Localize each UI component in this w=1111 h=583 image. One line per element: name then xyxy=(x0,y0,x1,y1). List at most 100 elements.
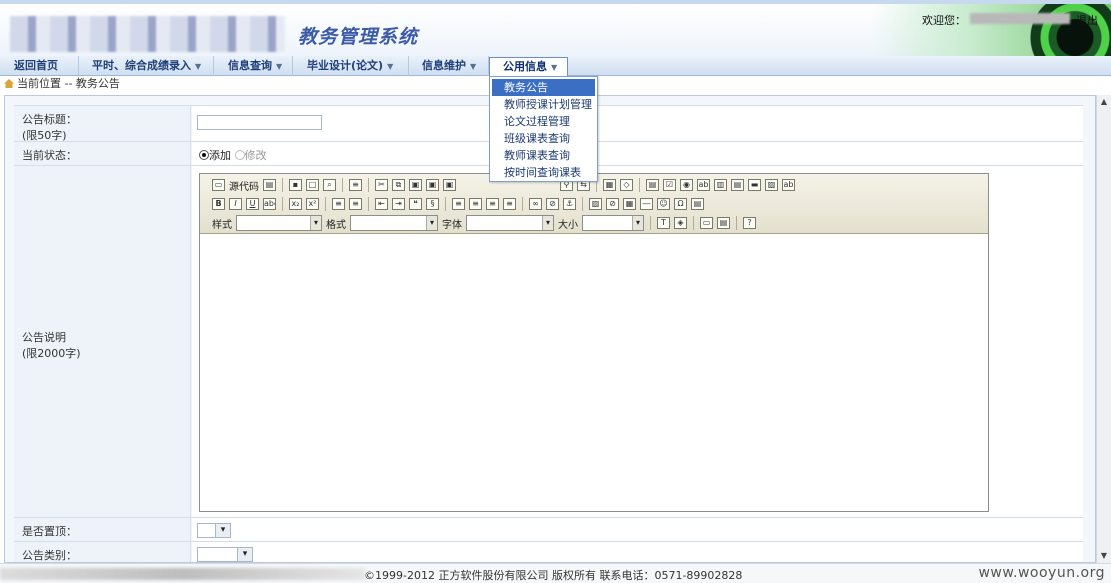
watermark: www.wooyun.org xyxy=(978,565,1105,581)
nav-home[interactable]: 返回首页 xyxy=(0,56,79,76)
nav-info-maintenance[interactable]: 信息维护 ▼ xyxy=(409,56,489,76)
subscript-icon[interactable]: x₂ xyxy=(289,198,302,210)
size-select[interactable] xyxy=(582,215,644,231)
outdent-icon[interactable]: ⇤ xyxy=(375,198,388,210)
nav-label: 平时、综合成绩录入 xyxy=(92,59,191,72)
align-center-icon[interactable]: ≡ xyxy=(469,198,482,210)
radio-icon[interactable]: ◉ xyxy=(680,179,693,191)
hidden-field-icon[interactable]: ab xyxy=(782,179,795,191)
bg-color-icon[interactable]: ◈ xyxy=(674,217,687,229)
nav-label: 返回首页 xyxy=(14,59,58,72)
copy-icon[interactable]: ⧉ xyxy=(392,179,405,191)
superscript-icon[interactable]: x² xyxy=(306,198,319,210)
show-blocks-icon[interactable]: ▤ xyxy=(717,217,730,229)
unlink-icon[interactable]: ⊘ xyxy=(546,198,559,210)
desc-label: 公告说明 (限2000字) xyxy=(14,166,191,517)
italic-icon[interactable]: I xyxy=(229,198,242,210)
chevron-down-icon: ▼ xyxy=(276,62,283,71)
title-label-text: 公告标题： xyxy=(22,113,77,126)
menu-item-thesis-process[interactable]: 论文过程管理 xyxy=(490,113,597,130)
indent-icon[interactable]: ⇥ xyxy=(392,198,405,210)
editor-body[interactable] xyxy=(200,235,988,511)
textfield-icon[interactable]: ab xyxy=(697,179,710,191)
menu-item-teacher-schedule[interactable]: 教师课表查询 xyxy=(490,147,597,164)
justify-icon[interactable]: ≡ xyxy=(503,198,516,210)
nav-info-query[interactable]: 信息查询 ▼ xyxy=(214,56,293,76)
status-add-radio[interactable] xyxy=(199,150,209,160)
nav-label: 毕业设计(论文) xyxy=(307,59,384,72)
align-right-icon[interactable]: ≡ xyxy=(486,198,499,210)
nav-public-info[interactable]: 公用信息 ▼ xyxy=(489,57,568,76)
select-all-icon[interactable]: ▦ xyxy=(603,179,616,191)
title-input[interactable] xyxy=(197,115,322,130)
flash-icon[interactable]: ⊘ xyxy=(606,198,619,210)
textarea-icon[interactable]: ▥ xyxy=(714,179,727,191)
cut-icon[interactable]: ✂ xyxy=(375,179,388,191)
image-icon[interactable]: ▨ xyxy=(589,198,602,210)
scroll-down-icon[interactable]: ▼ xyxy=(1097,549,1111,563)
div-icon[interactable]: § xyxy=(426,198,439,210)
preview-icon[interactable]: ⌕ xyxy=(323,179,336,191)
menu-item-time-schedule[interactable]: 按时间查询课表 xyxy=(490,164,597,181)
toolbar-row-2: BIUabc x₂ x² ≡ ≡ ⇤ ⇥ ❝ § ≡ ≡ ≡ ≡ ∞ ⊘ ⚓ ▨ ⊘ ▦ ― ☺ Ω ▤ xyxy=(212,195,704,213)
status-value: 添加 修改 xyxy=(192,142,1083,165)
unordered-list-icon[interactable]: ≡ xyxy=(349,198,362,210)
user-name xyxy=(970,13,1070,24)
format-select[interactable] xyxy=(350,215,438,231)
top-value xyxy=(192,518,1083,541)
font-select[interactable] xyxy=(466,215,554,231)
source-icon[interactable]: ▭ xyxy=(212,179,225,191)
paste-word-icon[interactable]: ▣ xyxy=(443,179,456,191)
system-title: 教务管理系统 xyxy=(298,26,419,48)
special-char-icon[interactable]: Ω xyxy=(674,198,687,210)
status-edit-label: 修改 xyxy=(244,149,267,162)
ordered-list-icon[interactable]: ≡ xyxy=(332,198,345,210)
top-select[interactable] xyxy=(197,523,231,538)
strike-icon[interactable]: abc xyxy=(263,198,276,210)
chevron-down-icon: ▼ xyxy=(551,63,558,72)
status-edit-radio[interactable] xyxy=(234,150,245,160)
top-label: 是否置顶： xyxy=(14,518,191,541)
title-label: 公告标题： (限50字) xyxy=(14,106,191,142)
category-select[interactable] xyxy=(197,547,253,562)
button-icon[interactable]: ▬ xyxy=(748,179,761,191)
form-row-description: 公告说明 (限2000字) ▭ 源代码 ▤ ▪ □ ⌕ ≡ ✂ ⧉ ▣ ▣ ▣ ⚲ ⇆ ▦ ◇ ▤ ☑… xyxy=(14,166,1083,518)
table-icon[interactable]: ▦ xyxy=(623,198,636,210)
menu-item-class-schedule[interactable]: 班级课表查询 xyxy=(490,130,597,147)
help-icon[interactable]: ? xyxy=(743,217,756,229)
blockquote-icon[interactable]: ❝ xyxy=(409,198,422,210)
new-page-icon[interactable]: □ xyxy=(306,179,319,191)
pagebreak-icon[interactable]: ▤ xyxy=(691,198,704,210)
size-label: 大小 xyxy=(558,219,578,231)
anchor-icon[interactable]: ⚓ xyxy=(563,198,576,210)
bold-icon[interactable]: B xyxy=(212,198,225,210)
maximize-icon[interactable]: ▭ xyxy=(700,217,713,229)
vertical-scrollbar[interactable]: ▲ ▼ xyxy=(1096,95,1111,563)
toolbar-row-3: 样式 格式 字体 大小 T ◈ ▭ ▤ ? xyxy=(212,214,756,232)
select-icon[interactable]: ▤ xyxy=(731,179,744,191)
image-button-icon[interactable]: ▨ xyxy=(765,179,778,191)
menu-item-announcement[interactable]: 教务公告 xyxy=(492,79,595,96)
save-icon[interactable]: ▪ xyxy=(289,179,302,191)
document-icon[interactable]: ▤ xyxy=(263,179,276,191)
paste-icon[interactable]: ▣ xyxy=(409,179,422,191)
checkbox-icon[interactable]: ☑ xyxy=(663,179,676,191)
form-icon[interactable]: ▤ xyxy=(646,179,659,191)
logout-link[interactable]: 退出 xyxy=(1076,12,1098,28)
paste-text-icon[interactable]: ▣ xyxy=(426,179,439,191)
template-icon[interactable]: ≡ xyxy=(349,179,362,191)
link-icon[interactable]: ∞ xyxy=(529,198,542,210)
source-button[interactable]: 源代码 xyxy=(229,178,259,193)
eraser-icon[interactable]: ◇ xyxy=(620,179,633,191)
nav-grade-entry[interactable]: 平时、综合成绩录入 ▼ xyxy=(79,56,214,76)
nav-graduation-design[interactable]: 毕业设计(论文) ▼ xyxy=(293,56,409,76)
menu-item-teaching-plan[interactable]: 教师授课计划管理 xyxy=(490,96,597,113)
text-color-icon[interactable]: T xyxy=(657,217,670,229)
underline-icon[interactable]: U xyxy=(246,198,259,210)
style-select[interactable] xyxy=(236,215,322,231)
scroll-up-icon[interactable]: ▲ xyxy=(1097,95,1111,109)
smiley-icon[interactable]: ☺ xyxy=(657,198,670,210)
align-left-icon[interactable]: ≡ xyxy=(452,198,465,210)
logo xyxy=(10,16,285,52)
hr-icon[interactable]: ― xyxy=(640,198,653,210)
